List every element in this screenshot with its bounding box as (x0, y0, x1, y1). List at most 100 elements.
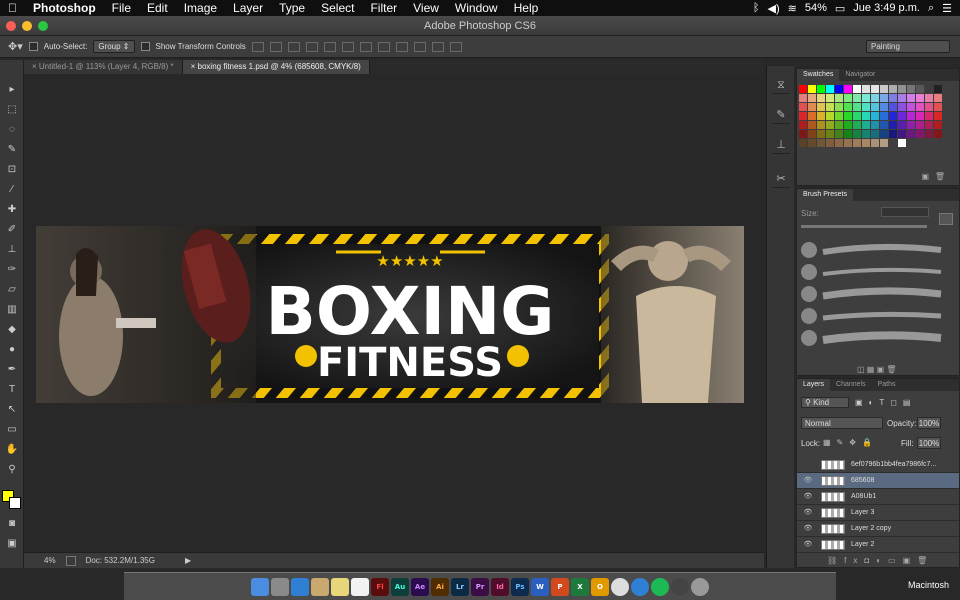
dock-app-ai-icon[interactable]: Ai (431, 577, 449, 596)
swatch[interactable] (862, 121, 870, 129)
visibility-eye-icon[interactable]: 👁 (803, 537, 813, 553)
dock-finder-icon[interactable] (251, 577, 269, 596)
battery-icon[interactable]: ▭ (835, 2, 845, 15)
swatch[interactable] (844, 130, 852, 138)
swatch[interactable] (817, 139, 825, 147)
swatch[interactable] (862, 139, 870, 147)
minimize-button[interactable] (22, 21, 32, 31)
swatch[interactable] (835, 94, 843, 102)
layer-row[interactable]: 6ef0796b1bb4fea7986fc7... (797, 457, 959, 473)
brush-footer-icons[interactable]: ◫ ▦ ▣ 🗑 (857, 365, 897, 374)
swatch[interactable] (844, 103, 852, 111)
dock-notes-icon[interactable] (331, 577, 349, 596)
menu-image[interactable]: Image (176, 1, 225, 15)
app-menu[interactable]: Photoshop (25, 1, 104, 15)
swatch[interactable] (835, 130, 843, 138)
distribute-right-icon[interactable] (449, 41, 462, 52)
dock-app-pr-icon[interactable]: Pr (471, 577, 489, 596)
zoom-tool-icon[interactable]: ⚲ (3, 462, 21, 478)
swatch[interactable] (871, 85, 879, 93)
swatch[interactable] (898, 139, 906, 147)
swatch[interactable] (934, 112, 942, 120)
brush-preset-5[interactable] (801, 329, 951, 347)
swatch[interactable] (871, 139, 879, 147)
swatch[interactable] (871, 94, 879, 102)
path-select-tool-icon[interactable]: ↖ (3, 402, 21, 418)
distribute-hcenter-icon[interactable] (431, 41, 444, 52)
swatch[interactable] (835, 139, 843, 147)
swatch[interactable] (880, 139, 888, 147)
swatch[interactable] (934, 103, 942, 111)
dock-app-ps-icon[interactable]: Ps (511, 577, 529, 596)
dock-app-x-icon[interactable]: X (571, 577, 589, 596)
brush-preset-1[interactable] (801, 241, 951, 259)
crop-tool-icon[interactable]: ⊡ (3, 162, 21, 178)
swatch[interactable] (862, 85, 870, 93)
history-brush-tool-icon[interactable]: ✑ (3, 262, 21, 278)
swatch[interactable] (862, 112, 870, 120)
swatch[interactable] (916, 94, 924, 102)
swatch[interactable] (826, 103, 834, 111)
dock-bluetooth-icon[interactable] (671, 577, 689, 596)
swatch[interactable] (907, 130, 915, 138)
list-icon[interactable]: ☰ (942, 2, 952, 15)
swatch[interactable] (889, 112, 897, 120)
swatch[interactable] (907, 139, 915, 147)
swatch[interactable] (880, 121, 888, 129)
dock-app-w-icon[interactable]: W (531, 577, 549, 596)
swatch[interactable] (898, 121, 906, 129)
clone-stamp-tool-icon[interactable]: ⊥ (3, 242, 21, 258)
swatch[interactable] (871, 103, 879, 111)
swatch[interactable] (844, 121, 852, 129)
swatch[interactable] (808, 112, 816, 120)
zoom-level[interactable]: 4% (44, 556, 56, 565)
swatch[interactable] (835, 112, 843, 120)
quick-mask-icon[interactable]: ◙ (3, 516, 21, 532)
distribute-top-icon[interactable] (359, 41, 372, 52)
move-tool-icon[interactable]: ▸ (3, 82, 21, 98)
swatch[interactable] (916, 121, 924, 129)
layer-row[interactable]: 👁 A08Ub1 (797, 489, 959, 505)
swatch[interactable] (880, 112, 888, 120)
layer-row[interactable]: 👁 Layer 2 copy (797, 521, 959, 537)
menu-layer[interactable]: Layer (225, 1, 271, 15)
brush-panel-icon[interactable]: ✎ (772, 106, 790, 124)
dock-launchpad-icon[interactable] (271, 577, 289, 596)
hand-tool-icon[interactable]: ✋ (3, 442, 21, 458)
brush-tool-icon[interactable]: ✐ (3, 222, 21, 238)
swatch[interactable] (817, 130, 825, 138)
lock-icons[interactable]: ▦✎✥🔒 (823, 438, 878, 447)
swatch[interactable] (916, 130, 924, 138)
swatch[interactable] (862, 103, 870, 111)
swatch[interactable] (799, 139, 807, 147)
distribute-vcenter-icon[interactable] (377, 41, 390, 52)
swatch[interactable] (934, 94, 942, 102)
swatch[interactable] (799, 103, 807, 111)
swatch[interactable] (844, 112, 852, 120)
tab-swatches[interactable]: Swatches (797, 69, 840, 81)
brush-preset-4[interactable] (801, 307, 951, 325)
blur-tool-icon[interactable]: ◆ (3, 322, 21, 338)
close-button[interactable] (6, 21, 16, 31)
shape-tool-icon[interactable]: ▭ (3, 422, 21, 438)
quick-select-tool-icon[interactable]: ✎ (3, 142, 21, 158)
brush-preset-2[interactable] (801, 263, 951, 281)
background-color-swatch[interactable] (9, 497, 21, 509)
proof-icon[interactable] (65, 555, 76, 566)
swatch[interactable] (898, 130, 906, 138)
swatch[interactable] (889, 130, 897, 138)
swatch[interactable] (898, 94, 906, 102)
brush-options-icon[interactable] (939, 213, 953, 225)
swatch[interactable] (799, 94, 807, 102)
swatch[interactable] (799, 85, 807, 93)
auto-select-dropdown[interactable]: Group ⇕ (93, 40, 135, 53)
document-banner[interactable]: ★★★★★ BOXING FITNESS (36, 226, 744, 403)
swatch[interactable] (826, 94, 834, 102)
swatch[interactable] (898, 103, 906, 111)
align-right-icon[interactable] (341, 41, 354, 52)
healing-tool-icon[interactable]: ✚ (3, 202, 21, 218)
layer-footer-icons[interactable]: ⛓fx◘◐▭▣🗑 (827, 556, 934, 565)
swatch[interactable] (889, 139, 897, 147)
swatch[interactable] (925, 139, 933, 147)
swatch[interactable] (817, 94, 825, 102)
